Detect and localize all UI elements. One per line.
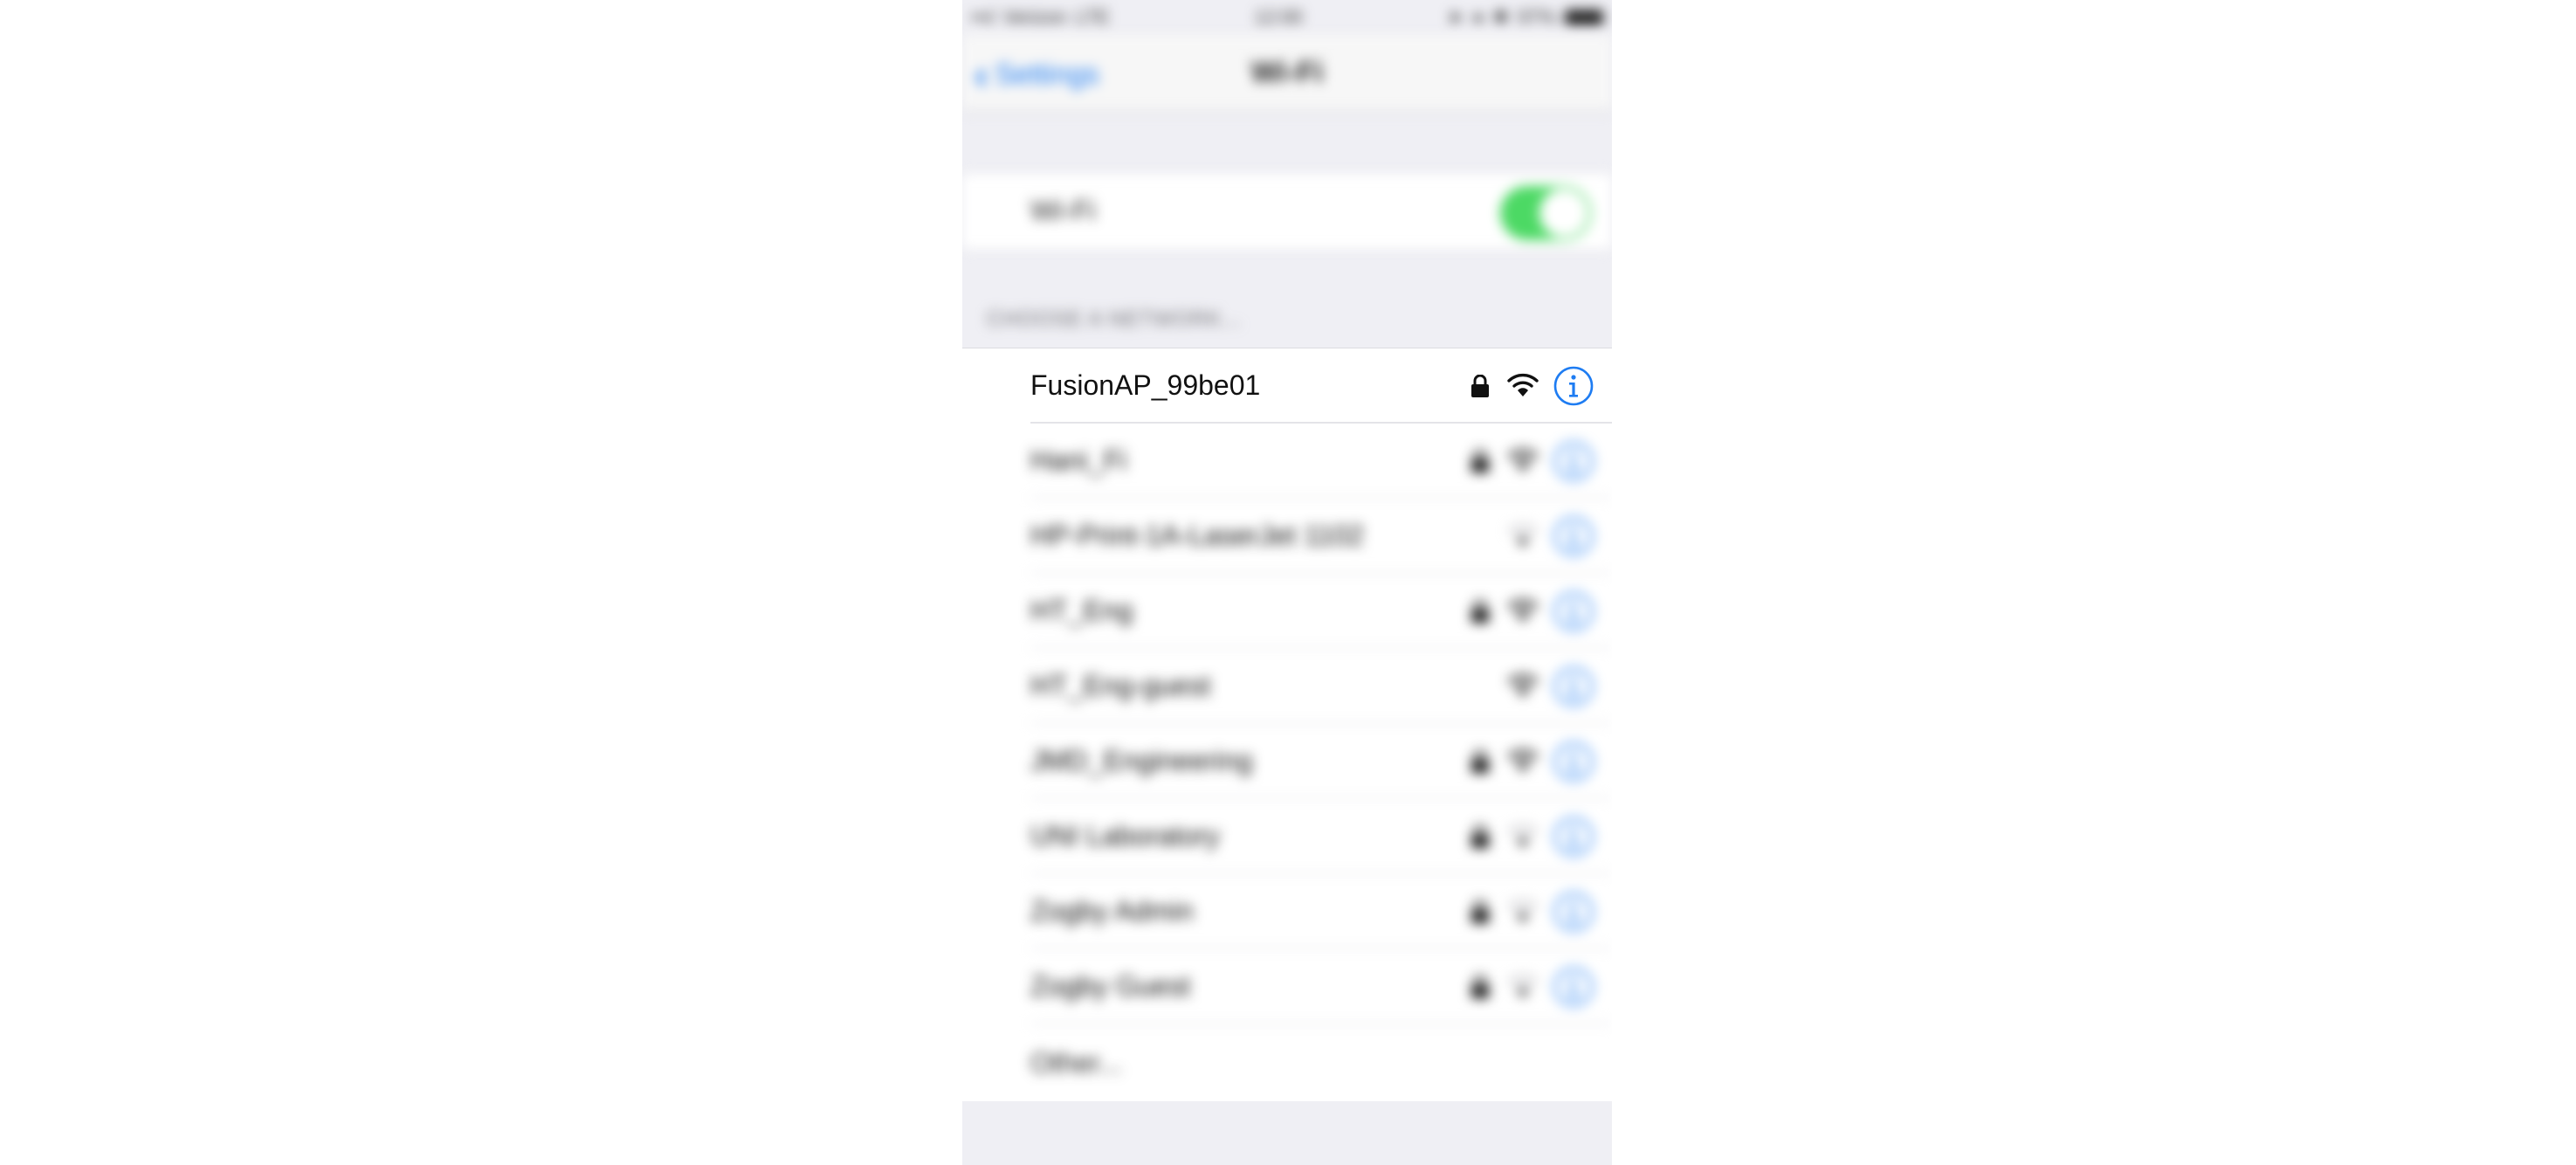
info-icon[interactable] — [1553, 741, 1595, 782]
toggle-knob — [1539, 189, 1588, 238]
lock-icon — [1471, 825, 1489, 848]
info-icon[interactable] — [1553, 515, 1595, 557]
info-icon[interactable] — [1553, 966, 1595, 1008]
network-name: Zogby Guest — [1030, 970, 1191, 1002]
network-name: FusionAP_99be01 — [1030, 369, 1261, 401]
wifi-signal-icon — [1507, 598, 1539, 622]
network-row[interactable]: Zogby Admin — [962, 874, 1612, 949]
network-list: FusionAP_99be01 Hani_Fi HP-Print-1A-LaserJ… — [962, 348, 1612, 1101]
network-name: HP-Print-1A-LaserJet 1102 — [1030, 520, 1364, 551]
navigation-bar: ‹ Settings Wi-Fi — [962, 35, 1612, 112]
network-row[interactable]: Hani_Fi — [962, 424, 1612, 499]
lock-icon — [1471, 600, 1489, 623]
lock-icon — [1471, 375, 1489, 397]
wifi-toggle-label: Wi-Fi — [1030, 195, 1096, 226]
info-icon[interactable] — [1553, 891, 1595, 933]
bluetooth-icon: ✱ — [1492, 6, 1509, 28]
info-icon[interactable] — [1553, 365, 1595, 407]
wifi-signal-icon — [1507, 899, 1539, 922]
status-right: ➤ ● ✱ 97% — [1448, 6, 1603, 29]
battery-percent: 97% — [1517, 6, 1556, 28]
info-icon[interactable] — [1553, 665, 1595, 707]
status-bar: ••ıl Verizon LTE 12:00 ➤ ● ✱ 97% — [962, 0, 1612, 35]
network-type-label: LTE — [1075, 6, 1110, 28]
network-row[interactable]: HP-Print-1A-LaserJet 1102 — [962, 499, 1612, 574]
network-row[interactable]: HT_Eng — [962, 574, 1612, 649]
network-name: Zogby Admin — [1030, 895, 1194, 927]
lock-icon — [1471, 900, 1489, 923]
network-name: JMD_Engineering — [1030, 745, 1253, 776]
wifi-signal-icon — [1507, 373, 1539, 396]
status-left: ••ıl Verizon LTE — [971, 6, 1110, 29]
battery-icon — [1564, 10, 1603, 25]
info-icon[interactable] — [1553, 440, 1595, 482]
info-icon[interactable] — [1553, 590, 1595, 632]
carrier-label: Verizon — [1002, 6, 1067, 28]
other-network-row[interactable]: Other... — [962, 1024, 1612, 1101]
info-icon[interactable] — [1553, 816, 1595, 858]
wifi-toggle-switch[interactable] — [1500, 186, 1591, 240]
network-name: HT_Eng-guest — [1030, 670, 1211, 701]
wifi-signal-icon — [1507, 974, 1539, 997]
page-title: Wi-Fi — [1250, 56, 1324, 89]
network-row[interactable]: Zogby Guest — [962, 949, 1612, 1024]
network-row[interactable]: JMD_Engineering — [962, 724, 1612, 799]
wifi-signal-icon — [1507, 673, 1539, 697]
phone-screen: ••ıl Verizon LTE 12:00 ➤ ● ✱ 97% ‹ Setti… — [962, 0, 1612, 1165]
lock-icon — [1471, 975, 1489, 998]
alarm-icon: ● — [1472, 6, 1484, 28]
network-name: Hani_Fi — [1030, 445, 1127, 476]
lock-icon — [1471, 450, 1489, 472]
network-row[interactable]: FusionAP_99be01 — [962, 348, 1612, 424]
wifi-signal-icon — [1507, 523, 1539, 547]
status-time: 12:00 — [1254, 6, 1303, 28]
network-name: HT_Eng — [1030, 595, 1133, 626]
wifi-signal-icon — [1507, 748, 1539, 772]
section-header: CHOOSE A NETWORK... — [987, 307, 1243, 331]
wifi-toggle-row: Wi-Fi — [962, 173, 1612, 250]
wifi-signal-icon — [1507, 824, 1539, 847]
wifi-signal-icon — [1507, 448, 1539, 472]
network-row[interactable]: HT_Eng-guest — [962, 649, 1612, 724]
other-network-label: Other... — [1030, 1047, 1122, 1079]
signal-icon: ••ıl — [971, 6, 995, 28]
network-name: UNI Laboratory — [1030, 820, 1220, 851]
location-icon: ➤ — [1447, 6, 1464, 28]
network-row[interactable]: UNI Laboratory — [962, 799, 1612, 874]
lock-icon — [1471, 750, 1489, 773]
